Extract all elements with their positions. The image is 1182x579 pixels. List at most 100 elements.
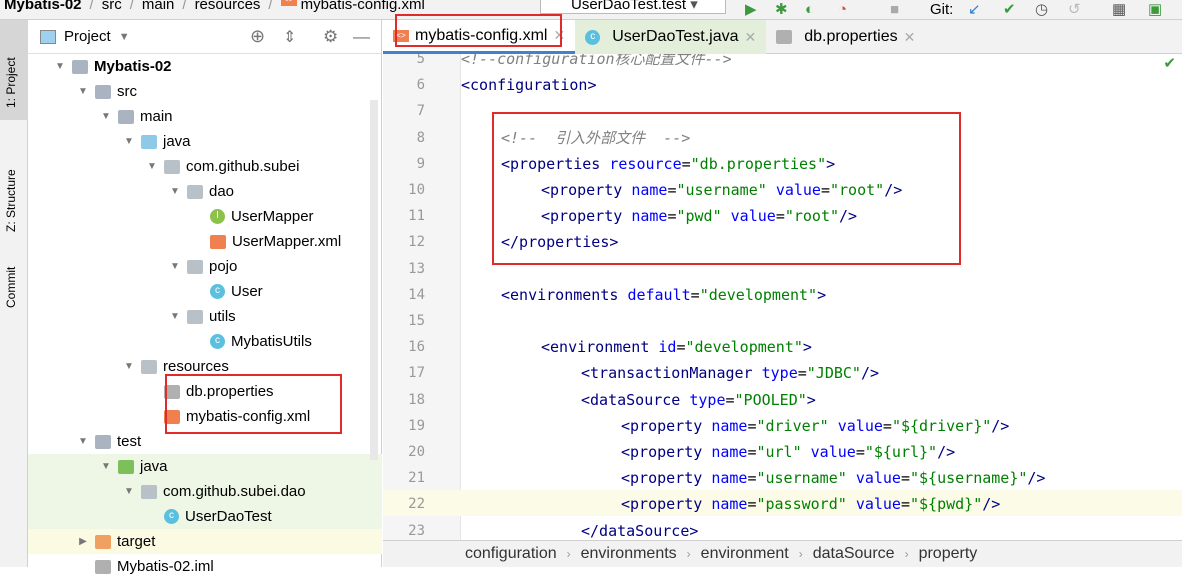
tree-item[interactable]: ▼ Mybatis-02 — [28, 54, 382, 79]
coverage-icon[interactable]: ◐ — [805, 1, 814, 19]
expanded-arrow-icon[interactable]: ▼ — [123, 136, 135, 147]
code-line: 5 <!--configuration核心配置文件--> — [383, 54, 1182, 72]
expanded-arrow-icon[interactable]: ▼ — [100, 111, 112, 122]
code-token: /> — [860, 364, 880, 383]
tree-item[interactable]: I UserMapper — [28, 204, 382, 229]
tree-item[interactable]: ▶ target — [28, 529, 382, 554]
line-number: 7 — [416, 103, 425, 120]
path-item[interactable]: configuration — [465, 545, 557, 563]
expanded-arrow-icon[interactable]: ▼ — [54, 61, 66, 72]
code-token: = — [900, 469, 910, 488]
locate-icon[interactable]: ⊕ — [250, 26, 265, 47]
breadcrumb-item[interactable]: src — [102, 0, 122, 13]
expanded-arrow-icon[interactable]: ▼ — [123, 361, 135, 372]
profile-icon[interactable]: ◔ — [838, 1, 847, 19]
path-item[interactable]: dataSource — [813, 545, 895, 563]
xml-icon — [164, 409, 180, 424]
line-number: 5 — [416, 54, 425, 67]
tree-item[interactable]: ▼ com.github.subei.dao — [28, 479, 382, 504]
tree-item[interactable]: ▼ java — [28, 454, 382, 479]
collapse-all-icon[interactable]: ⇕ — [283, 27, 296, 47]
debug-icon[interactable]: ✱ — [775, 1, 788, 19]
xml-file-icon: <> — [393, 29, 409, 42]
breadcrumb-item[interactable]: Mybatis-02 — [4, 0, 82, 13]
code-line: 9 <properties resource="db.properties"> — [383, 151, 1182, 177]
expanded-arrow-icon[interactable]: ▼ — [146, 161, 158, 172]
run-anything-icon[interactable]: ▣ — [1148, 1, 1162, 19]
chevron-down-icon[interactable]: ▼ — [119, 31, 130, 43]
tree-item[interactable]: ▼ com.github.subei — [28, 154, 382, 179]
commit-tool-tab[interactable]: Commit — [4, 267, 18, 308]
git-rollback-icon[interactable]: ↺ — [1068, 1, 1081, 19]
tree-item-label: User — [231, 283, 263, 300]
stop-icon[interactable]: ■ — [890, 1, 899, 19]
tree-item[interactable]: mybatis-config.xml — [28, 404, 382, 429]
expanded-arrow-icon[interactable]: ▼ — [77, 436, 89, 447]
breadcrumb-item[interactable]: main — [142, 0, 175, 13]
gear-icon[interactable]: ⚙ — [323, 27, 338, 47]
breadcrumb-item[interactable]: mybatis-config.xml — [301, 0, 425, 13]
scrollbar[interactable] — [370, 100, 378, 460]
tree-item[interactable]: ▼ dao — [28, 179, 382, 204]
code-token: "${pwd}" — [910, 495, 983, 514]
collapsed-arrow-icon[interactable]: ▶ — [77, 536, 89, 547]
project-view-select[interactable]: Project — [64, 28, 111, 45]
tree-item-label: db.properties — [186, 383, 274, 400]
run-configuration-select[interactable]: UserDaoTest.test ▾ — [540, 0, 726, 14]
expanded-arrow-icon[interactable]: ▼ — [169, 261, 181, 272]
tree-item[interactable]: c MybatisUtils — [28, 329, 382, 354]
git-update-icon[interactable]: ↙ — [968, 1, 981, 19]
structure-tool-tab[interactable]: Z: Structure — [4, 169, 18, 232]
tab-db-properties[interactable]: db.properties ✕ — [766, 20, 925, 54]
folder-icon — [118, 109, 134, 124]
tree-item[interactable]: ▼ src — [28, 79, 382, 104]
code-line: 20 <property name="url" value="${url}"/> — [383, 439, 1182, 465]
path-item[interactable]: property — [919, 545, 978, 563]
breadcrumb-item[interactable]: resources — [195, 0, 261, 13]
project-panel: Project ▼ ⊕ ⇕ ⚙ — ▼ Mybatis-02 ▼ src ▼ main ▼ j… — [28, 20, 382, 575]
expanded-arrow-icon[interactable]: ▼ — [123, 486, 135, 497]
code-editor[interactable]: ✔ 5 <!--configuration核心配置文件--> 6 <configura… — [383, 54, 1182, 540]
close-icon[interactable]: ✕ — [904, 29, 916, 46]
tree-item[interactable]: c UserDaoTest — [28, 504, 382, 529]
line-number: 8 — [416, 129, 425, 146]
hide-icon[interactable]: — — [353, 27, 370, 47]
git-commit-icon[interactable]: ✔ — [1003, 1, 1016, 19]
tab-mybatis-config-xml[interactable]: <> mybatis-config.xml ✕ — [383, 20, 576, 54]
run-icon[interactable]: ▶ — [745, 1, 757, 19]
code-text: <properties resource="db.properties"> — [501, 151, 835, 177]
project-tool-tab[interactable]: 1: Project — [4, 57, 18, 108]
resources-folder-icon — [141, 359, 157, 374]
tree-item[interactable]: ▼ utils — [28, 304, 382, 329]
expanded-arrow-icon[interactable]: ▼ — [100, 461, 112, 472]
code-token: "url" — [756, 443, 811, 461]
close-icon[interactable]: ✕ — [745, 29, 757, 46]
code-token: <dataSource — [581, 390, 690, 409]
tree-item[interactable]: c User — [28, 279, 382, 304]
close-icon[interactable]: ✕ — [553, 27, 565, 44]
tab-UserDaoTest-java[interactable]: c UserDaoTest.java ✕ — [575, 20, 767, 54]
tree-item-label: UserMapper.xml — [232, 233, 342, 250]
tree-item-label: pojo — [209, 258, 238, 275]
path-item[interactable]: environment — [701, 545, 789, 563]
code-token: id — [658, 338, 677, 357]
tree-item[interactable]: ▼ java — [28, 129, 382, 154]
code-token: name — [711, 416, 748, 435]
tree-item[interactable]: ▼ main — [28, 104, 382, 129]
tree-item[interactable]: UserMapper.xml — [28, 229, 382, 254]
left-tool-strip: 1: Project Z: Structure Commit — [0, 20, 28, 567]
code-token: > — [587, 76, 597, 95]
path-item[interactable]: environments — [581, 545, 677, 563]
expanded-arrow-icon[interactable]: ▼ — [77, 86, 89, 97]
tree-item[interactable]: ▼ test — [28, 429, 382, 454]
project-structure-icon[interactable]: ▦ — [1112, 1, 1126, 19]
git-history-icon[interactable]: ◷ — [1035, 1, 1048, 19]
tree-item[interactable]: ▼ pojo — [28, 254, 382, 279]
code-text: <property name="username" value="root"/> — [541, 177, 902, 203]
expanded-arrow-icon[interactable]: ▼ — [169, 311, 181, 322]
code-token: > — [802, 338, 812, 357]
expanded-arrow-icon[interactable]: ▼ — [169, 186, 181, 197]
tree-item[interactable]: ▼ resources — [28, 354, 382, 379]
code-token: /> — [884, 181, 903, 199]
tree-item[interactable]: db.properties — [28, 379, 382, 404]
